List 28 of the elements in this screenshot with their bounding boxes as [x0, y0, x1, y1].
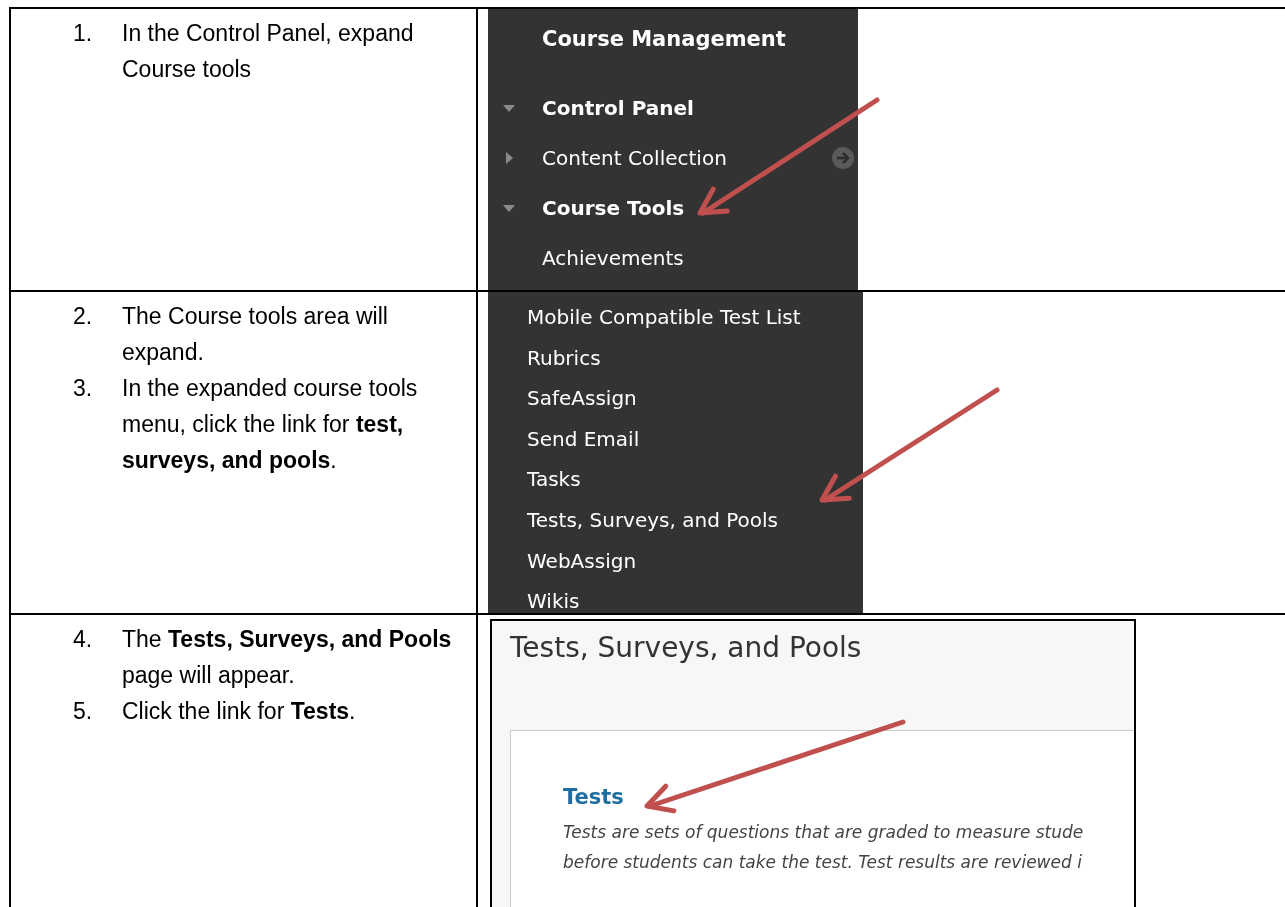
step-text: Click the link for Tests. [122, 697, 357, 726]
description-text: Tests are sets of questions that are graded to measure stude [563, 821, 1085, 844]
description-text: before students can take the test. Test results are reviewed i [563, 851, 1083, 874]
step-number: 2. [73, 302, 94, 331]
step-number: 1. [73, 19, 94, 48]
menu-item[interactable]: Tests, Surveys, and Pools [527, 499, 778, 541]
menu-item[interactable]: Rubrics [527, 337, 601, 379]
menu-section[interactable]: Course Tools [542, 196, 685, 220]
step-number: 5. [73, 697, 94, 726]
menu-item[interactable]: Tasks [527, 459, 581, 500]
menu-header: Course Management [542, 27, 787, 51]
arrow-circle-icon[interactable] [832, 147, 854, 169]
menu-item[interactable]: SafeAssign [527, 378, 637, 419]
menu-item[interactable]: Wikis [527, 581, 580, 613]
step-number: 4. [73, 625, 94, 654]
step-number: 3. [73, 374, 94, 403]
step-text: The Course tools area will expand. [122, 302, 389, 367]
step-text: The Tests, Surveys, and Pools page will appear. [122, 625, 453, 690]
step-text: In the Control Panel, expand Course tools [122, 19, 415, 84]
step-text: In the expanded course tools menu, click the link for test, surveys, and pools. [122, 374, 419, 475]
menu-section[interactable]: Control Panel [542, 96, 694, 120]
menu-section[interactable]: Content Collection [542, 146, 727, 170]
menu-item[interactable]: Achievements [542, 246, 684, 270]
menu-item[interactable]: Send Email [527, 418, 640, 460]
menu-item[interactable]: Mobile Compatible Test List [527, 297, 801, 338]
page-title: Tests, Surveys, and Pools [510, 631, 863, 664]
tests-link[interactable]: Tests [563, 785, 624, 809]
menu-item[interactable]: WebAssign [527, 540, 637, 582]
